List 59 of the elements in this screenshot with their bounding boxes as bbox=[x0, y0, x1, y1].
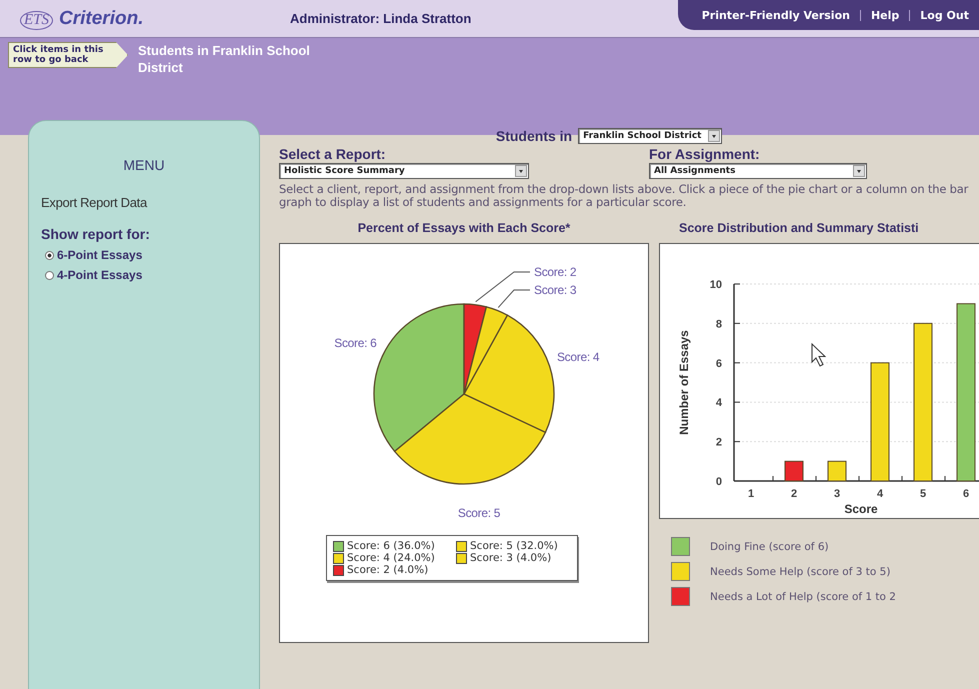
y-tick-label: 0 bbox=[716, 476, 722, 488]
legend-label: Doing Fine (score of 6) bbox=[710, 540, 829, 552]
instructions-text: Select a client, report, and assignment from the drop-down lists above. Click a piece of the pie chart or a column on the bar graph to display a list of students and assignments for a particular score. bbox=[279, 183, 969, 209]
bar[interactable] bbox=[914, 322, 932, 482]
radio-button[interactable] bbox=[45, 250, 54, 260]
x-tick-label: 6 bbox=[962, 488, 970, 500]
logo-mark: ETS bbox=[20, 10, 54, 30]
user-name: Administrator: Linda Stratton bbox=[290, 11, 472, 26]
x-tick-label: 4 bbox=[876, 488, 884, 500]
x-tick-label: 3 bbox=[834, 488, 840, 500]
x-axis-label: Score bbox=[844, 502, 878, 516]
show-report-label: Show report for: bbox=[41, 226, 150, 242]
menu-title: MENU bbox=[122, 157, 166, 173]
legend-label: Score: 2 (4.0%) bbox=[347, 564, 428, 576]
y-axis-label: Number of Essays bbox=[677, 330, 691, 435]
y-tick-label: 6 bbox=[716, 358, 722, 370]
bar[interactable] bbox=[870, 362, 890, 482]
bar[interactable] bbox=[784, 460, 804, 482]
pie-slice[interactable] bbox=[463, 306, 508, 395]
logo-text: Criterion. bbox=[59, 8, 144, 30]
district-dropdown[interactable]: Franklin School District bbox=[578, 128, 722, 144]
y-tick-label: 4 bbox=[716, 397, 722, 410]
slice-label: Score: 6 bbox=[334, 336, 377, 350]
legend-label: Score: 5 (32.0%) bbox=[470, 540, 558, 552]
radio-option[interactable]: 6-Point Essays bbox=[45, 248, 142, 262]
slice-label: Score: 2 bbox=[534, 265, 576, 279]
report-dropdown[interactable]: Holistic Score Summary bbox=[279, 163, 529, 179]
slice-label: Score: 5 bbox=[458, 506, 500, 520]
report-label: Select a Report: bbox=[279, 146, 387, 162]
x-tick-label: 5 bbox=[920, 488, 926, 500]
header-link[interactable]: Help bbox=[870, 8, 900, 22]
y-tick-label: 2 bbox=[716, 436, 722, 449]
y-tick-label: 8 bbox=[716, 318, 722, 330]
assignment-label: For Assignment: bbox=[649, 146, 761, 162]
legend-label: Score: 6 (36.0%) bbox=[347, 540, 435, 552]
chart-title: Percent of Essays with Each Score* bbox=[356, 221, 572, 237]
slice-label: Score: 3 bbox=[534, 283, 576, 297]
header-link[interactable]: Printer-Friendly Version bbox=[702, 8, 850, 22]
radio-button[interactable] bbox=[45, 270, 54, 280]
pie-slice[interactable] bbox=[394, 393, 546, 485]
legend-label: Needs a Lot of Help (score of 1 to 2 bbox=[710, 590, 896, 602]
header-link[interactable]: Log Out bbox=[920, 8, 969, 22]
mouse-pointer-icon bbox=[812, 342, 826, 367]
y-tick-label: 10 bbox=[710, 279, 722, 291]
export-link[interactable]: Export Report Data bbox=[41, 195, 147, 210]
chart-title: Score Distribution and Summary Statisti bbox=[678, 221, 920, 237]
radio-option[interactable]: 4-Point Essays bbox=[45, 268, 142, 282]
bar[interactable] bbox=[956, 303, 976, 482]
x-tick-label: 2 bbox=[790, 488, 798, 500]
students-label: Students in bbox=[496, 128, 572, 144]
legend-label: Score: 3 (4.0%) bbox=[470, 552, 552, 564]
legend-label: Score: 4 (24.0%) bbox=[347, 552, 435, 564]
back-hint-tag: Click items in this row to go back bbox=[8, 42, 128, 68]
legend-label: Needs Some Help (score of 3 to 5) bbox=[710, 566, 890, 578]
assignment-dropdown[interactable]: All Assignments bbox=[649, 163, 867, 179]
breadcrumb-current: Students in Franklin School District bbox=[138, 42, 311, 76]
bar[interactable] bbox=[828, 460, 846, 482]
slice-label: Score: 4 bbox=[556, 350, 600, 364]
x-tick-label: 1 bbox=[748, 488, 754, 500]
